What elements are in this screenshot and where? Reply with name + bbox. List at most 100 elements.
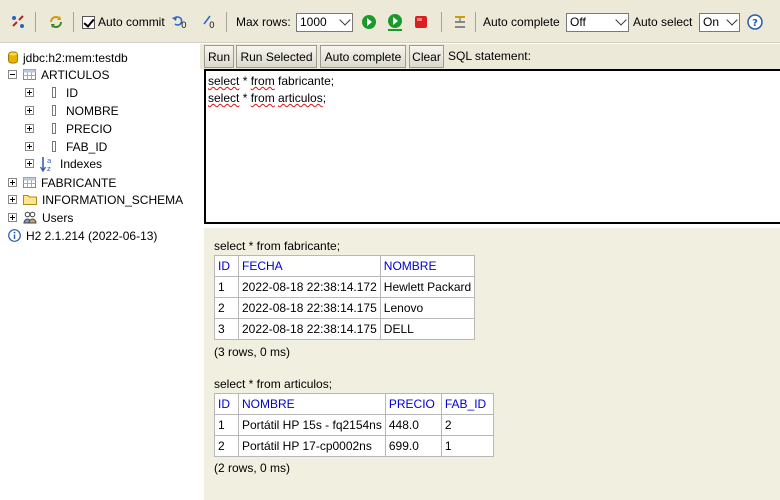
expand-icon[interactable] bbox=[25, 88, 34, 97]
table-cell: Lenovo bbox=[379, 297, 476, 319]
version-label: H2 2.1.214 (2022-06-13) bbox=[26, 228, 158, 243]
sort-az-icon: az bbox=[40, 156, 55, 172]
column-header[interactable]: FECHA bbox=[238, 255, 381, 277]
clear-button[interactable]: Clear bbox=[409, 45, 444, 68]
table-row: 1 Portátil HP 15s - fq2154ns 448.0 2 bbox=[214, 414, 494, 436]
tree-column-id[interactable]: ID bbox=[25, 84, 78, 101]
column-icon bbox=[52, 105, 56, 116]
rollback-icon[interactable]: 0 bbox=[171, 11, 189, 33]
users-icon bbox=[23, 211, 37, 224]
tree-indexes[interactable]: az Indexes bbox=[25, 155, 102, 172]
run-selected-button[interactable]: Run Selected bbox=[236, 45, 317, 68]
toolbar-separator bbox=[441, 12, 442, 32]
auto-complete-value: Off bbox=[570, 15, 586, 29]
refresh-icon[interactable] bbox=[48, 11, 64, 33]
result-query: select * from articulos; bbox=[214, 377, 333, 391]
column-header[interactable]: ID bbox=[214, 393, 239, 415]
table-header-row: ID FECHA NOMBRE bbox=[214, 255, 476, 277]
disconnect-icon[interactable] bbox=[10, 11, 26, 33]
toolbar-separator bbox=[475, 12, 476, 32]
expand-icon[interactable] bbox=[8, 213, 17, 222]
auto-complete-label: Auto complete bbox=[483, 15, 560, 29]
svg-text:0: 0 bbox=[181, 21, 187, 30]
tree-table-articulos[interactable]: ARTICULOS bbox=[8, 66, 109, 83]
column-icon bbox=[52, 87, 56, 98]
schema-tree: jdbc:h2:mem:testdb ARTICULOS ID NOMBRE P… bbox=[0, 44, 200, 500]
run-selected-icon[interactable] bbox=[386, 11, 404, 33]
toolbar-separator bbox=[226, 12, 227, 32]
expand-icon[interactable] bbox=[8, 195, 17, 204]
tree-users[interactable]: Users bbox=[8, 209, 73, 226]
connection-label: jdbc:h2:mem:testdb bbox=[23, 50, 128, 65]
expand-icon[interactable] bbox=[25, 106, 34, 115]
users-label: Users bbox=[42, 210, 74, 225]
column-icon bbox=[52, 141, 56, 152]
result-table-fabricante: ID FECHA NOMBRE 1 2022-08-18 22:38:14.17… bbox=[214, 255, 476, 340]
column-header[interactable]: FAB_ID bbox=[440, 393, 494, 415]
sql-editor[interactable]: select * from fabricante; select * from … bbox=[204, 69, 780, 224]
tree-table-fabricante[interactable]: FABRICANTE bbox=[8, 174, 116, 191]
expand-icon[interactable] bbox=[25, 159, 34, 168]
sql-line: select * from articulos; bbox=[208, 91, 327, 105]
database-icon bbox=[8, 51, 18, 64]
table-cell: 2022-08-18 22:38:14.175 bbox=[238, 297, 381, 319]
chevron-down-icon bbox=[726, 14, 738, 26]
tree-connection[interactable]: jdbc:h2:mem:testdb bbox=[8, 49, 128, 66]
auto-select-select[interactable]: On bbox=[699, 11, 740, 33]
tree-column-precio[interactable]: PRECIO bbox=[25, 120, 112, 137]
table-cell: 1 bbox=[214, 414, 239, 436]
expand-icon[interactable] bbox=[25, 124, 34, 133]
tree-schema-information[interactable]: INFORMATION_SCHEMA bbox=[8, 191, 183, 208]
auto-select-label: Auto select bbox=[633, 15, 693, 29]
column-label: ID bbox=[66, 85, 78, 100]
max-rows-label: Max rows: bbox=[236, 15, 291, 29]
column-header[interactable]: NOMBRE bbox=[379, 255, 476, 277]
result-query: select * from fabricante; bbox=[214, 239, 341, 253]
schema-label: INFORMATION_SCHEMA bbox=[42, 192, 184, 207]
max-rows-dropdown[interactable]: 1000 bbox=[296, 12, 353, 32]
help-icon[interactable]: ? bbox=[747, 11, 763, 33]
column-label: NOMBRE bbox=[66, 103, 119, 118]
auto-complete-select[interactable]: Off bbox=[566, 11, 629, 33]
results-panel: select * from fabricante; ID FECHA NOMBR… bbox=[204, 228, 780, 500]
table-cell: 2 bbox=[214, 435, 239, 457]
auto-commit-label: Auto commit bbox=[98, 15, 165, 29]
table-icon bbox=[23, 177, 36, 188]
column-header[interactable]: NOMBRE bbox=[238, 393, 386, 415]
commit-icon[interactable]: 0 bbox=[202, 11, 218, 33]
auto-commit-checkbox[interactable] bbox=[82, 15, 95, 29]
table-cell: 1 bbox=[214, 276, 239, 298]
auto-complete-button[interactable]: Auto complete bbox=[320, 45, 406, 68]
result-footer: (3 rows, 0 ms) bbox=[214, 345, 291, 359]
table-cell: 2 bbox=[440, 414, 494, 436]
result-table-articulos: ID NOMBRE PRECIO FAB_ID 1 Portátil HP 15… bbox=[214, 393, 494, 457]
column-label: FAB_ID bbox=[66, 139, 108, 154]
tree-column-nombre[interactable]: NOMBRE bbox=[25, 102, 119, 119]
expand-icon[interactable] bbox=[25, 142, 34, 151]
sql-statement-label: SQL statement: bbox=[448, 49, 531, 63]
column-header[interactable]: ID bbox=[214, 255, 239, 277]
auto-commit-toggle[interactable]: Auto commit bbox=[82, 11, 165, 33]
svg-text:z: z bbox=[47, 165, 51, 172]
table-row: 1 2022-08-18 22:38:14.172 Hewlett Packar… bbox=[214, 276, 476, 298]
collapse-icon[interactable] bbox=[8, 70, 17, 79]
auto-select-dropdown[interactable]: On bbox=[699, 12, 740, 32]
auto-select-group: Auto select bbox=[633, 11, 692, 33]
table-cell: 3 bbox=[214, 318, 239, 340]
column-header[interactable]: PRECIO bbox=[384, 393, 442, 415]
history-icon[interactable] bbox=[452, 11, 468, 33]
max-rows-select[interactable]: 1000 bbox=[296, 11, 353, 33]
expand-icon[interactable] bbox=[8, 178, 17, 187]
table-cell: 1 bbox=[440, 435, 494, 457]
stop-icon[interactable] bbox=[414, 11, 428, 33]
run-icon[interactable] bbox=[361, 11, 377, 33]
auto-select-value: On bbox=[703, 15, 720, 29]
table-row: 2 2022-08-18 22:38:14.175 Lenovo bbox=[214, 297, 476, 319]
svg-text:a: a bbox=[47, 157, 51, 165]
table-icon bbox=[23, 69, 36, 80]
run-button[interactable]: Run bbox=[204, 45, 234, 68]
auto-complete-dropdown[interactable]: Off bbox=[566, 12, 629, 32]
table-cell: 2 bbox=[214, 297, 239, 319]
tree-column-fab-id[interactable]: FAB_ID bbox=[25, 138, 107, 155]
tree-version: H2 2.1.214 (2022-06-13) bbox=[8, 227, 157, 244]
